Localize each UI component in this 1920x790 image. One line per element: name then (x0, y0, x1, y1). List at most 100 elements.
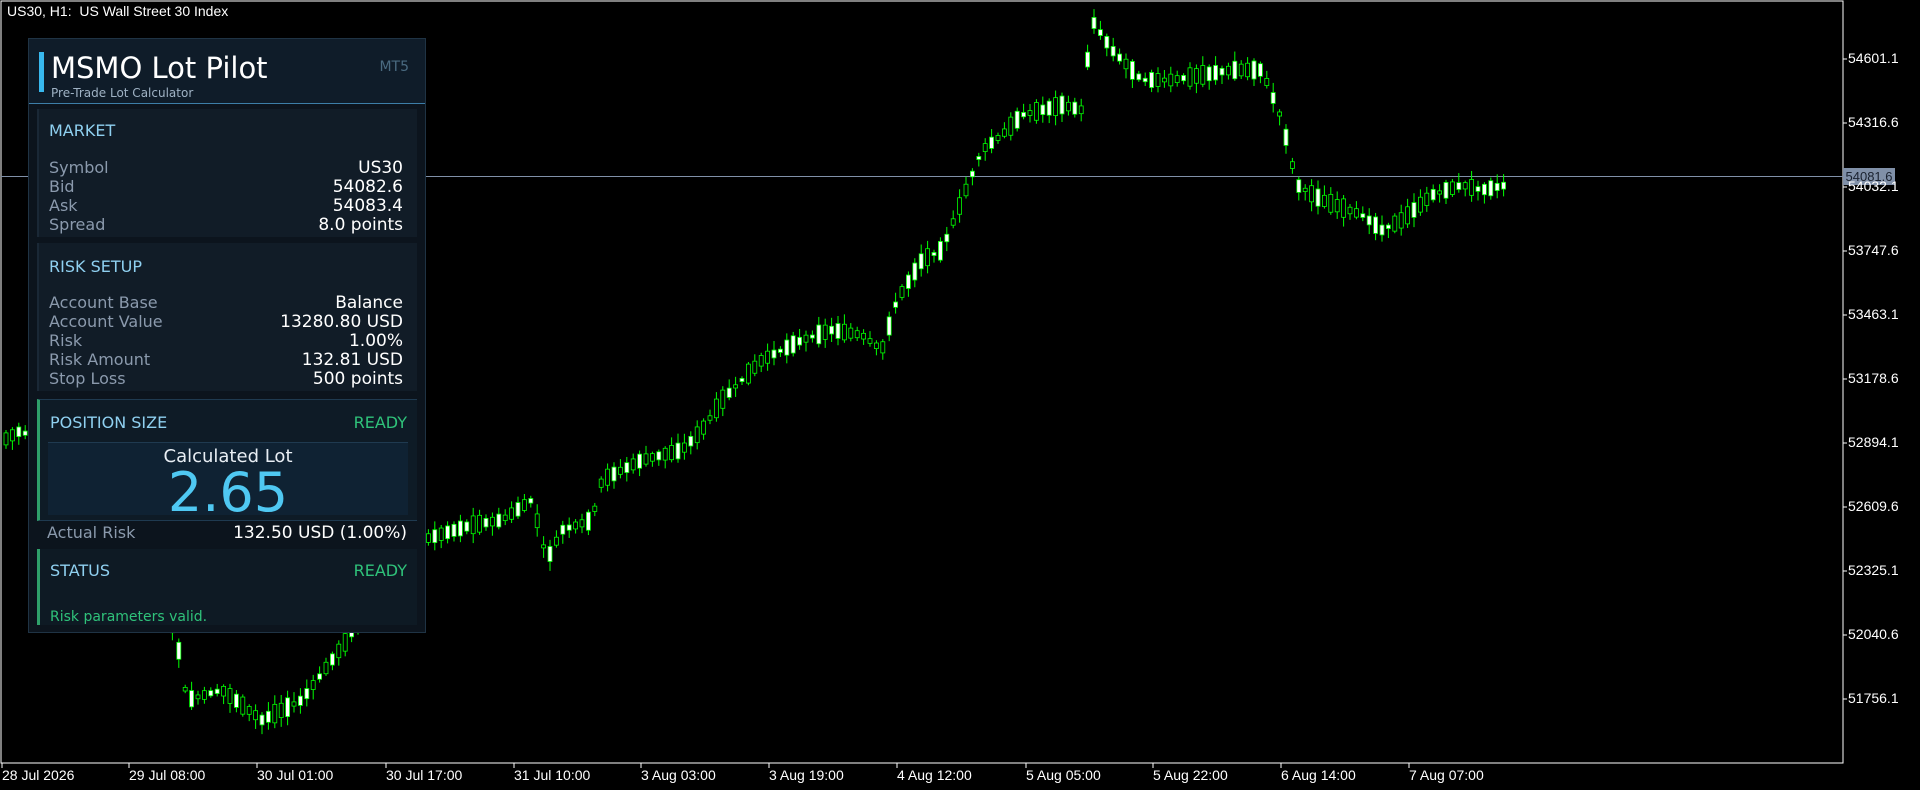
panel-header[interactable]: MSMO Lot Pilot Pre-Trade Lot Calculator … (29, 39, 425, 104)
candle-body (701, 420, 706, 435)
price-axis-label: 52325.1 (1848, 562, 1899, 578)
candle-body (688, 435, 694, 447)
candle-body (291, 701, 297, 707)
candle-body (739, 378, 745, 382)
candle-body (323, 661, 329, 675)
candle-body (221, 685, 227, 697)
candle-body (1437, 190, 1442, 195)
candle-body (707, 415, 713, 421)
candle-body (1040, 104, 1046, 116)
status-section-title: STATUS (50, 561, 111, 580)
candle-body (1053, 97, 1058, 116)
candle-body (694, 426, 700, 444)
candle-body (912, 262, 918, 281)
price-axis-label: 53463.1 (1848, 306, 1899, 322)
candle-body (835, 323, 841, 339)
status-message: Risk parameters valid. (50, 609, 208, 625)
candle-body (1085, 51, 1090, 68)
candle-body (304, 688, 310, 700)
candle-body (1194, 68, 1199, 84)
candle-body (1494, 182, 1500, 191)
candle-body (1168, 73, 1174, 87)
time-axis-label: 6 Aug 14:00 (1281, 767, 1356, 783)
candle-body (1162, 77, 1167, 83)
candle-body (554, 536, 559, 546)
candle-body (253, 710, 259, 721)
price-axis-label: 52894.1 (1848, 434, 1899, 450)
candle-body (317, 673, 323, 680)
ask-label: Ask (49, 196, 78, 215)
candle-body (1123, 58, 1129, 70)
lot-pilot-panel[interactable]: MSMO Lot Pilot Pre-Trade Lot Calculator … (28, 38, 426, 633)
risk-section-title: RISK SETUP (49, 257, 142, 276)
candle-body (586, 511, 591, 531)
price-axis-label: 54316.6 (1848, 114, 1899, 130)
candle-body (1187, 67, 1193, 87)
candle-body (1206, 66, 1212, 82)
stop-loss-label: Stop Loss (49, 369, 126, 388)
calculated-lot-box: Calculated Lot 2.65 (48, 442, 408, 524)
candle-body (336, 643, 342, 659)
candle-body (496, 513, 502, 528)
candle-body (438, 527, 444, 541)
candle-body (944, 233, 950, 243)
candle-body (240, 696, 246, 715)
candle-body (1334, 199, 1340, 213)
candle-body (1290, 161, 1295, 169)
candle-body (752, 360, 758, 374)
price-axis-label: 51756.1 (1848, 690, 1899, 706)
candle-body (1398, 212, 1404, 229)
candle-body (957, 197, 962, 215)
candle-body (918, 253, 924, 270)
account-base-value: Balance (335, 293, 403, 313)
candle-body (1392, 215, 1398, 232)
candle-body (509, 507, 515, 520)
candle-body (489, 516, 495, 527)
candle-body (656, 451, 662, 461)
candle-body (285, 697, 291, 718)
candle-body (1098, 29, 1103, 36)
actual-risk-label: Actual Risk (47, 523, 136, 542)
risk-amount-label: Risk Amount (49, 350, 151, 369)
candle-body (598, 478, 604, 488)
candle-body (3, 432, 9, 446)
candle-body (810, 334, 815, 339)
candle-body (1283, 128, 1289, 146)
ask-value: 54083.4 (332, 196, 403, 216)
candle-body (1418, 196, 1423, 213)
candle-body (1258, 63, 1263, 77)
candle-body (1379, 224, 1385, 236)
candle-body (233, 693, 239, 708)
candle-body (1469, 179, 1474, 196)
stop-loss-value: 500 points (312, 369, 403, 389)
candle-body (1322, 194, 1327, 207)
candle-body (195, 694, 201, 700)
chart-title: US30, H1: US Wall Street 30 Index (7, 3, 229, 19)
candle-body (278, 702, 284, 718)
candle-body (816, 324, 822, 345)
candle-body (566, 524, 572, 531)
candle-body (1411, 202, 1417, 218)
candle-body (1110, 46, 1116, 57)
candle-body (675, 442, 681, 460)
candle-body (854, 330, 860, 339)
candle-body (662, 447, 668, 461)
time-axis-label: 3 Aug 03:00 (641, 767, 716, 783)
candle-body (611, 466, 617, 482)
candle-body (848, 327, 854, 339)
candle-body (720, 389, 726, 409)
candle-body (541, 544, 546, 549)
candle-body (246, 706, 252, 715)
candle-body (502, 514, 508, 522)
candle-body (1443, 182, 1449, 199)
price-axis-label: 53178.6 (1848, 370, 1899, 386)
position-section-title: POSITION SIZE (50, 413, 168, 432)
spread-value: 8.0 points (318, 215, 403, 235)
candle-body (573, 521, 578, 530)
panel-subtitle: Pre-Trade Lot Calculator (51, 86, 194, 100)
candle-body (1328, 193, 1334, 213)
candle-body (451, 523, 457, 537)
account-base-label: Account Base (49, 293, 158, 312)
candle-body (1027, 110, 1033, 116)
candle-body (1136, 73, 1142, 81)
